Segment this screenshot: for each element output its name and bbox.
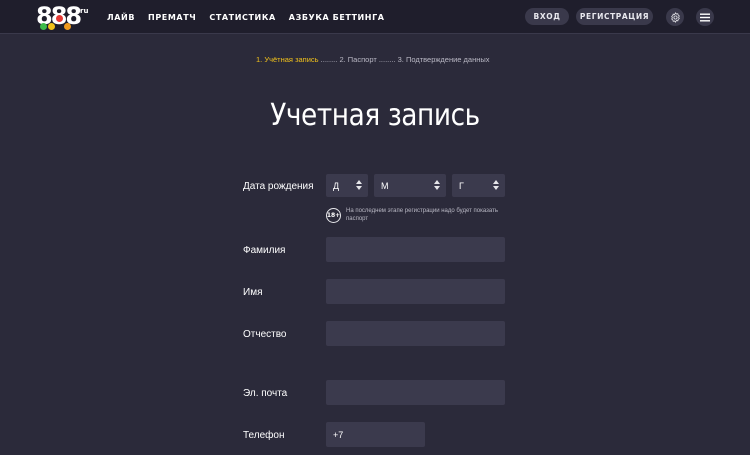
register-button[interactable]: РЕГИСТРАЦИЯ xyxy=(576,8,653,25)
logo-dot-yellow xyxy=(48,23,55,30)
email-input[interactable] xyxy=(326,380,505,405)
phone-label: Телефон xyxy=(243,430,285,441)
login-button[interactable]: ВХОД xyxy=(525,8,569,25)
select-arrows-icon xyxy=(434,180,440,190)
logo-dot-green xyxy=(40,23,47,30)
surname-label: Фамилия xyxy=(243,245,286,256)
nav-live[interactable]: ЛАЙВ xyxy=(107,13,135,22)
select-arrows-icon xyxy=(356,180,362,190)
birth-day-select[interactable]: Д xyxy=(326,174,368,197)
phone-input[interactable]: +7 xyxy=(326,422,425,447)
nav-statistics[interactable]: СТАТИСТИКА xyxy=(209,13,275,22)
logo-dot-red xyxy=(56,15,63,22)
nav-prematch[interactable]: ПРЕМАТЧ xyxy=(148,13,196,22)
birth-year-select[interactable]: Г xyxy=(452,174,505,197)
age-18-icon: 18+ xyxy=(326,208,341,223)
main-nav: ЛАЙВ ПРЕМАТЧ СТАТИСТИКА АЗБУКА БЕТТИНГА xyxy=(107,0,385,34)
birth-year-value: Г xyxy=(459,180,464,191)
surname-input[interactable] xyxy=(326,237,505,262)
step-account: 1. Учётная запись xyxy=(256,55,319,64)
select-arrows-icon xyxy=(493,180,499,190)
first-name-label: Имя xyxy=(243,287,263,298)
site-logo[interactable]: 888 ru xyxy=(36,2,94,30)
page-title: Учетная запись xyxy=(270,98,480,133)
logo-dot-orange xyxy=(64,23,71,30)
birth-date-label: Дата рождения xyxy=(243,181,314,192)
patronymic-input[interactable] xyxy=(326,321,505,346)
first-name-input[interactable] xyxy=(326,279,505,304)
phone-prefix: +7 xyxy=(333,429,344,440)
birth-month-select[interactable]: М xyxy=(374,174,446,197)
birth-month-value: М xyxy=(381,180,389,191)
registration-steps: 1. Учётная запись ........ 2. Паспорт ..… xyxy=(256,55,490,64)
step-separator: ........ xyxy=(318,55,340,64)
birth-day-value: Д xyxy=(333,180,340,191)
step-separator: ........ xyxy=(376,55,398,64)
patronymic-label: Отчество xyxy=(243,329,287,340)
logo-suffix: ru xyxy=(80,7,89,15)
hamburger-icon xyxy=(700,13,710,21)
nav-betting-abc[interactable]: АЗБУКА БЕТТИНГА xyxy=(289,13,385,22)
step-confirm: 3. Подтверждение данных xyxy=(397,55,490,64)
step-passport: 2. Паспорт xyxy=(339,55,377,64)
settings-button[interactable] xyxy=(666,8,684,26)
gear-icon xyxy=(670,11,680,23)
menu-button[interactable] xyxy=(696,8,714,26)
age-note: На последнем этапе регистрации надо буде… xyxy=(346,208,498,222)
top-bar: 888 ru ЛАЙВ ПРЕМАТЧ СТАТИСТИКА АЗБУКА БЕ… xyxy=(0,0,750,34)
email-label: Эл. почта xyxy=(243,388,288,399)
